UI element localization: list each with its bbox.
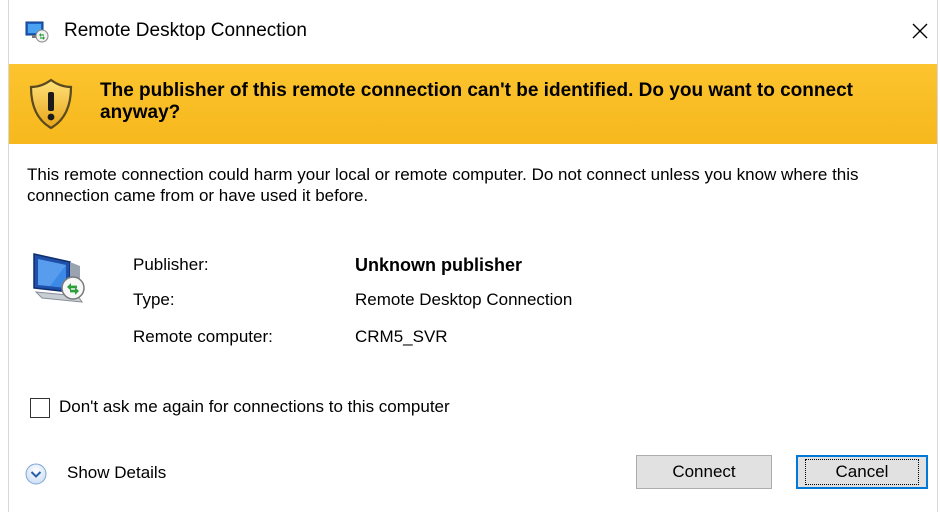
type-label: Type: [133,290,175,309]
computer-remote-icon [30,248,92,308]
close-button[interactable] [905,14,935,48]
title-bar[interactable]: Remote Desktop Connection [9,0,937,64]
warning-heading: The publisher of this remote connection … [100,80,853,123]
connect-button[interactable]: Connect [636,455,772,489]
chevron-down-circle-icon[interactable] [25,463,47,485]
checkbox-label[interactable]: Don't ask me again for connections to th… [59,397,450,417]
remote-computer-value: CRM5_SVR [355,327,448,346]
type-value: Remote Desktop Connection [355,290,573,309]
show-details-label[interactable]: Show Details [67,463,166,483]
publisher-value: Unknown publisher [355,255,523,275]
close-icon [912,23,928,39]
warning-banner: The publisher of this remote connection … [9,64,937,144]
warning-message: This remote connection could harm your l… [27,165,859,205]
rdp-warning-dialog: Remote Desktop Connection The publisher … [0,0,940,512]
remote-desktop-icon [25,21,49,43]
cancel-button-label[interactable]: Cancel [804,459,920,485]
window-border-right [937,0,938,512]
publisher-label: Publisher: [133,255,209,274]
window-title: Remote Desktop Connection [64,20,307,41]
cancel-button[interactable]: Cancel [796,455,928,489]
checkbox-box[interactable] [30,398,50,418]
warning-shield-icon [27,78,75,130]
remote-computer-label: Remote computer: [133,327,273,346]
